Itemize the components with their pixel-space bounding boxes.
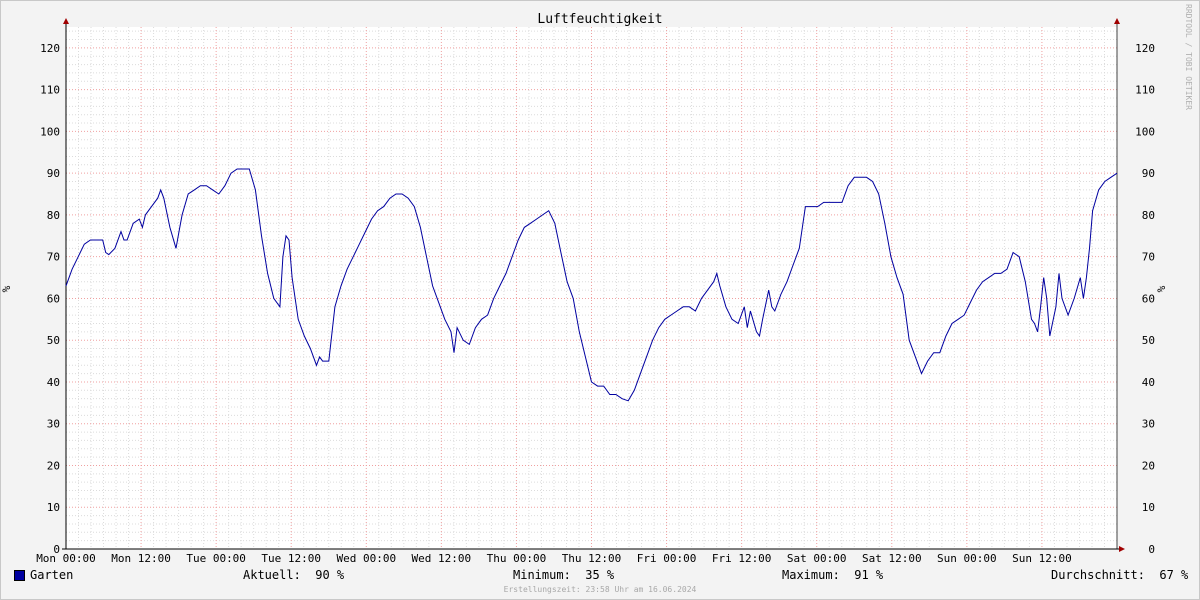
x-tick-label: Tue 00:00: [186, 552, 246, 565]
y-tick-label-right: 80: [1142, 209, 1155, 222]
legend-average: Durchschnitt: 67 %: [1051, 568, 1188, 582]
legend-current: Aktuell: 90 %: [243, 568, 344, 582]
y-axis-label-right: %: [1155, 285, 1168, 292]
legend-max-value: 91 %: [854, 568, 884, 582]
x-tick-label: Sat 12:00: [862, 552, 922, 565]
legend-current-label: Aktuell:: [243, 568, 301, 582]
x-axis-arrow: [1119, 546, 1125, 552]
legend-max-label: Maximum:: [782, 568, 840, 582]
x-tick-label: Mon 12:00: [111, 552, 171, 565]
y-tick-label-right: 10: [1142, 501, 1155, 514]
x-tick-label: Wed 12:00: [412, 552, 472, 565]
y-tick-label-left: 80: [47, 209, 60, 222]
footer-timestamp: Erstellungszeit: 23:58 Uhr am 16.06.2024: [503, 585, 697, 594]
legend-avg-value: 67 %: [1159, 568, 1189, 582]
y-tick-label-right: 0: [1148, 543, 1155, 556]
rrdtool-watermark: RRDTOOL / TOBI OETIKER: [1184, 4, 1193, 110]
x-tick-label: Wed 00:00: [336, 552, 396, 565]
y-tick-label-left: 50: [47, 334, 60, 347]
x-tick-label: Sun 00:00: [937, 552, 997, 565]
y-tick-label-left: 100: [40, 125, 60, 138]
y-tick-label-left: 20: [47, 459, 60, 472]
y-tick-label-right: 110: [1135, 84, 1155, 97]
y-tick-label-left: 120: [40, 42, 60, 55]
x-axis-ticks: Mon 00:00 Mon 12:00 Tue 00:00 Tue 12:00 Wed …: [36, 552, 1072, 565]
x-tick-label: Sun 12:00: [1012, 552, 1072, 565]
y-tick-label-left: 110: [40, 84, 60, 97]
x-tick-label: Fri 12:00: [712, 552, 772, 565]
y-tick-label-right: 100: [1135, 125, 1155, 138]
legend-min-label: Minimum:: [513, 568, 571, 582]
y-tick-label-left: 10: [47, 501, 60, 514]
legend-maximum: Maximum: 91 %: [782, 568, 883, 582]
y-axis-right-ticks: 0 10 20 30 40 50 60 70 80 90 100 110 120: [1135, 42, 1155, 556]
chart-canvas: Luftfeuchtigkeit 0 10 20 30 40 50 60 70 80 90 100 1…: [0, 12, 1168, 565]
y-tick-label-left: 40: [47, 376, 60, 389]
legend-minimum: Minimum: 35 %: [513, 568, 614, 582]
y-tick-label-right: 60: [1142, 292, 1155, 305]
y-axis-right-arrow: [1114, 18, 1120, 24]
legend-swatch-garten: [14, 570, 25, 581]
legend-min-value: 35 %: [585, 568, 615, 582]
y-tick-label-right: 50: [1142, 334, 1155, 347]
y-tick-label-right: 20: [1142, 459, 1155, 472]
y-tick-label-right: 70: [1142, 251, 1155, 264]
y-tick-label-left: 70: [47, 251, 60, 264]
chart-title: Luftfeuchtigkeit: [537, 12, 662, 27]
y-axis-left-ticks: 0102030405060708090100110120: [40, 42, 60, 556]
x-tick-label: Tue 12:00: [261, 552, 321, 565]
y-tick-label-left: 60: [47, 292, 60, 305]
x-tick-label: Thu 12:00: [562, 552, 622, 565]
legend-series-name: Garten: [30, 568, 74, 582]
legend-current-value: 90 %: [315, 568, 345, 582]
y-tick-label-right: 30: [1142, 418, 1155, 431]
y-tick-label-right: 120: [1135, 42, 1155, 55]
y-tick-label-right: 90: [1142, 167, 1155, 180]
y-axis-left-arrow: [63, 18, 69, 24]
legend-avg-label: Durchschnitt:: [1051, 568, 1145, 582]
y-tick-label-left: 30: [47, 418, 60, 431]
x-tick-label: Fri 00:00: [637, 552, 697, 565]
y-axis-label-left: %: [0, 285, 13, 292]
y-tick-label-left: 90: [47, 167, 60, 180]
x-tick-label: Sat 00:00: [787, 552, 847, 565]
x-tick-label: Mon 00:00: [36, 552, 96, 565]
x-tick-label: Thu 00:00: [487, 552, 547, 565]
y-tick-label-right: 40: [1142, 376, 1155, 389]
